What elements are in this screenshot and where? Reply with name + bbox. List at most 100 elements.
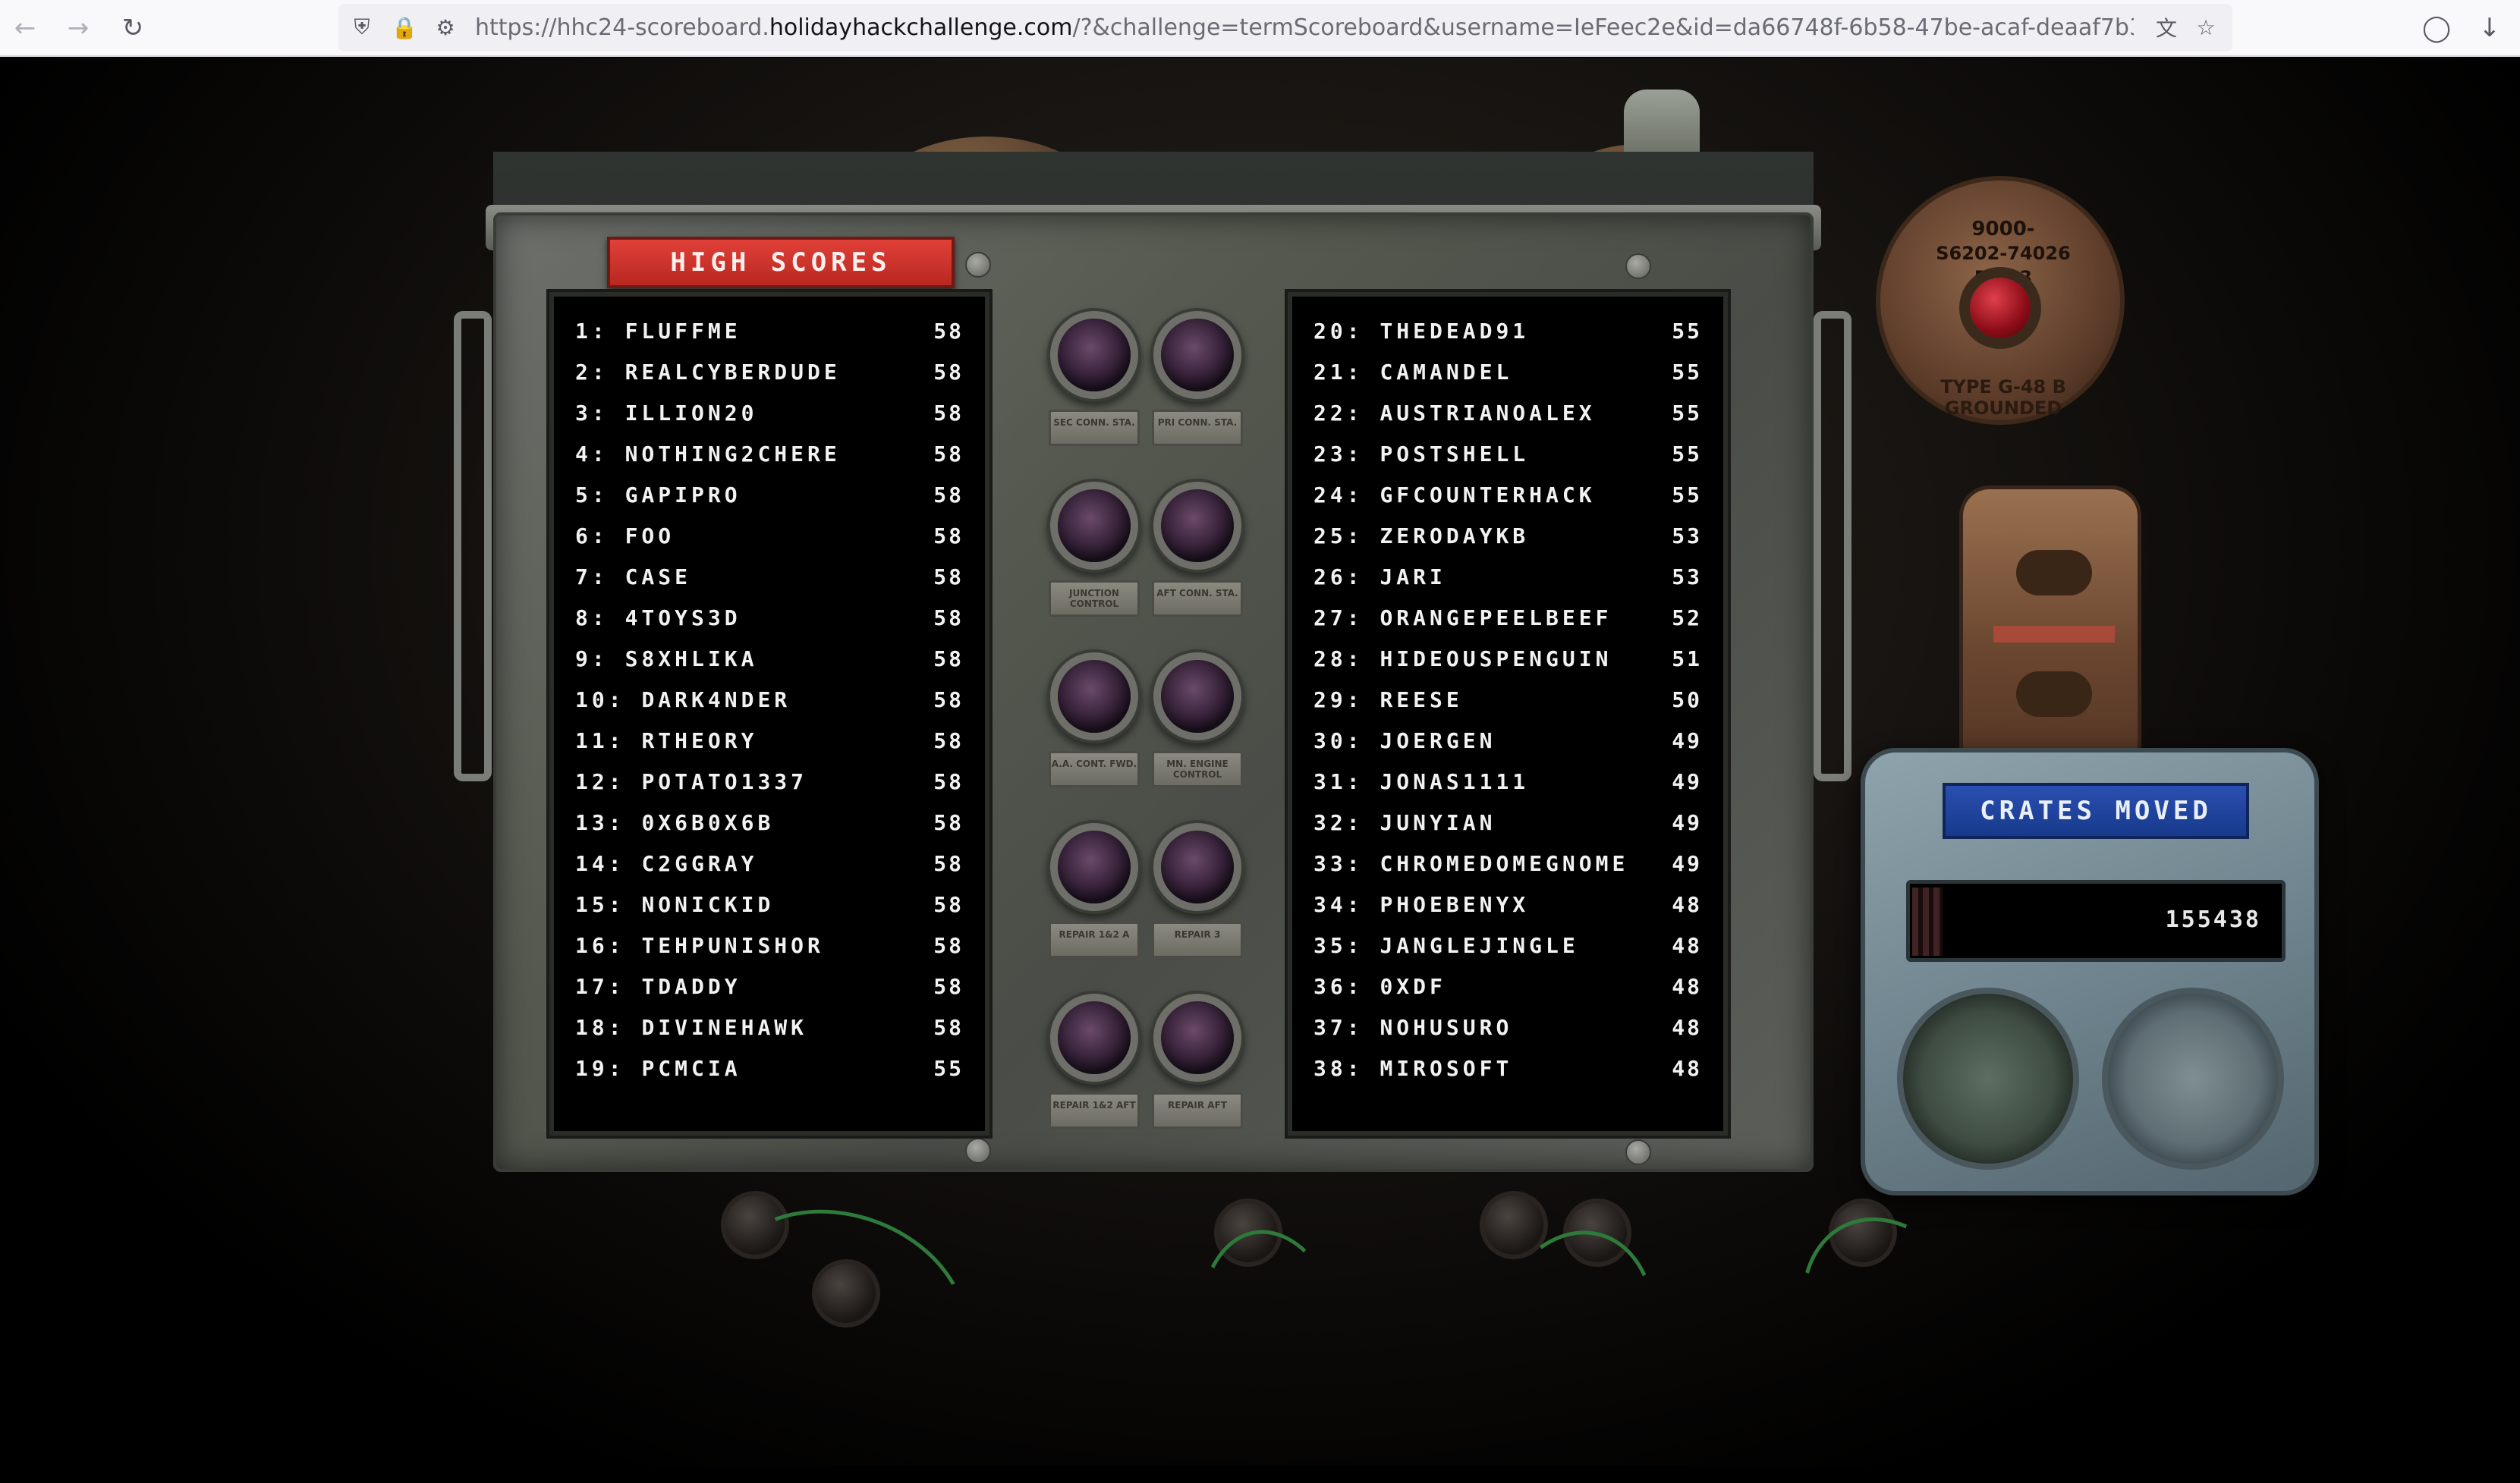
player-name: CASE xyxy=(624,564,692,589)
player-score: 58 xyxy=(933,687,964,712)
score-entry-name: 6: FOO xyxy=(575,523,675,548)
player-name: 0X6B0X6B xyxy=(641,809,775,835)
player-score: 55 xyxy=(1672,482,1702,507)
score-row: 30: JOERGEN 49 xyxy=(1313,720,1702,761)
player-name: AUSTRIANOALEX xyxy=(1380,400,1596,426)
score-entry-name: 14: C2GGRAY xyxy=(575,851,757,876)
shield-icon[interactable]: ⛨ xyxy=(344,10,379,45)
download-icon[interactable]: ↓ xyxy=(2471,9,2509,47)
score-rank: 30: xyxy=(1313,727,1364,753)
score-row: 24: GFCOUNTERHACK 55 xyxy=(1313,474,1702,515)
score-entry-name: 38: MIROSOFT xyxy=(1313,1056,1512,1081)
score-rank: 27: xyxy=(1313,605,1364,630)
address-bar[interactable]: ⛨ 🔒 ⚙ https://hhc24-scoreboard.holidayha… xyxy=(338,4,2232,52)
score-entry-name: 25: ZERODAYKB xyxy=(1313,523,1529,548)
player-score: 48 xyxy=(1672,932,1702,958)
score-row: 27: ORANGEPEELBEEF 52 xyxy=(1313,597,1702,638)
translate-icon[interactable]: 文 xyxy=(2149,10,2184,45)
indicator-lamp xyxy=(1058,1001,1131,1074)
score-rank: 37: xyxy=(1313,1014,1364,1040)
pocket-icon[interactable]: ◯ xyxy=(2418,9,2456,47)
score-rank: 28: xyxy=(1313,646,1364,671)
score-rank: 7: xyxy=(575,564,609,589)
score-row: 37: NOHUSURO 48 xyxy=(1313,1007,1702,1048)
player-name: JONAS1111 xyxy=(1380,768,1530,794)
score-rank: 31: xyxy=(1313,768,1364,794)
score-entry-name: 18: DIVINEHAWK xyxy=(575,1015,807,1040)
score-row: 14: C2GGRAY 58 xyxy=(575,843,964,884)
player-name: FLUFFME xyxy=(624,318,741,344)
scores-screen-right: 20: THEDEAD91 55 21: CAMANDEL 55 22: AUSTRIA… xyxy=(1288,292,1728,1136)
forward-icon[interactable]: → xyxy=(59,9,97,47)
score-entry-name: 7: CASE xyxy=(575,564,691,589)
back-icon[interactable]: ← xyxy=(6,9,44,47)
score-entry-name: 30: JOERGEN xyxy=(1313,728,1496,753)
player-name: C2GGRAY xyxy=(641,850,758,876)
player-score: 48 xyxy=(1672,891,1702,917)
score-row: 17: TDADDY 58 xyxy=(575,966,964,1007)
url-suffix: /?&challenge=termScoreboard&username=IeF… xyxy=(1072,14,2134,41)
score-rank: 3: xyxy=(575,400,609,426)
player-name: FOO xyxy=(624,523,675,548)
score-row: 23: POSTSHELL 55 xyxy=(1313,433,1702,474)
reload-icon[interactable]: ↻ xyxy=(114,9,152,47)
score-rank: 24: xyxy=(1313,482,1364,507)
score-rank: 29: xyxy=(1313,687,1364,712)
score-row: 3: ILLION20 58 xyxy=(575,392,964,433)
bookmark-star-icon[interactable]: ☆ xyxy=(2188,10,2223,45)
player-name: JARI xyxy=(1380,564,1446,589)
player-score: 49 xyxy=(1672,850,1702,876)
player-score: 55 xyxy=(1672,441,1702,467)
indicator-lamp xyxy=(1161,489,1234,562)
score-rank: 35: xyxy=(1313,932,1364,958)
url-text[interactable]: https://hhc24-scoreboard.holidayhackchal… xyxy=(475,4,2134,52)
score-row: 1: FLUFFME 58 xyxy=(575,310,964,351)
player-score: 58 xyxy=(933,523,964,548)
player-score: 55 xyxy=(1672,359,1702,385)
crates-moved-title: CRATES MOVED xyxy=(1943,783,2249,839)
high-scores-title: HIGH SCORES xyxy=(607,237,955,288)
score-rank: 25: xyxy=(1313,523,1364,548)
player-name: 4TOYS3D xyxy=(624,605,741,630)
score-entry-name: 23: POSTSHELL xyxy=(1313,441,1529,467)
score-rank: 23: xyxy=(1313,441,1364,467)
player-name: PCMCIA xyxy=(641,1055,741,1081)
score-entry-name: 36: 0XDF xyxy=(1313,974,1446,999)
player-score: 48 xyxy=(1672,973,1702,999)
dial-bottom-text: TYPE G-48 B GROUNDED xyxy=(1940,376,2066,419)
score-entry-name: 28: HIDEOUSPENGUIN xyxy=(1313,646,1612,671)
score-entry-name: 10: DARK4NDER xyxy=(575,687,791,712)
lamp-label-plate: REPAIR 3 xyxy=(1152,922,1243,958)
score-row: 33: CHROMEDOMEGNOME 49 xyxy=(1313,843,1702,884)
player-score: 58 xyxy=(933,646,964,671)
player-name: ORANGEPEELBEEF xyxy=(1380,605,1612,630)
player-name: 0XDF xyxy=(1380,973,1446,999)
score-rank: 18: xyxy=(575,1014,625,1040)
player-score: 55 xyxy=(1672,400,1702,426)
score-entry-name: 12: POTATO1337 xyxy=(575,769,807,794)
score-row: 8: 4TOYS3D 58 xyxy=(575,597,964,638)
counter-reel-left xyxy=(1897,988,2079,1170)
score-entry-name: 8: 4TOYS3D xyxy=(575,605,741,630)
player-score: 58 xyxy=(933,809,964,835)
indicator-lamp xyxy=(1058,831,1131,903)
url-domain: holidayhackchallenge.com xyxy=(769,14,1073,41)
player-name: CHROMEDOMEGNOME xyxy=(1380,850,1629,876)
url-prefix: https://hhc24-scoreboard. xyxy=(475,14,769,41)
panel-screw xyxy=(1625,253,1651,279)
player-name: ZERODAYKB xyxy=(1380,523,1530,548)
score-rank: 19: xyxy=(575,1055,625,1081)
player-name: CAMANDEL xyxy=(1380,359,1513,385)
score-entry-name: 20: THEDEAD91 xyxy=(1313,319,1529,344)
score-row: 7: CASE 58 xyxy=(575,556,964,597)
player-score: 53 xyxy=(1672,523,1702,548)
player-score: 49 xyxy=(1672,768,1702,794)
player-name: PHOEBENYX xyxy=(1380,891,1530,917)
player-name: GAPIPRO xyxy=(624,482,741,507)
player-name: JANGLEJINGLE xyxy=(1380,932,1579,958)
lock-icon[interactable]: 🔒 xyxy=(387,10,422,45)
score-entry-name: 26: JARI xyxy=(1313,564,1446,589)
permissions-icon[interactable]: ⚙ xyxy=(428,10,463,45)
player-score: 58 xyxy=(933,891,964,917)
score-row: 36: 0XDF 48 xyxy=(1313,966,1702,1007)
